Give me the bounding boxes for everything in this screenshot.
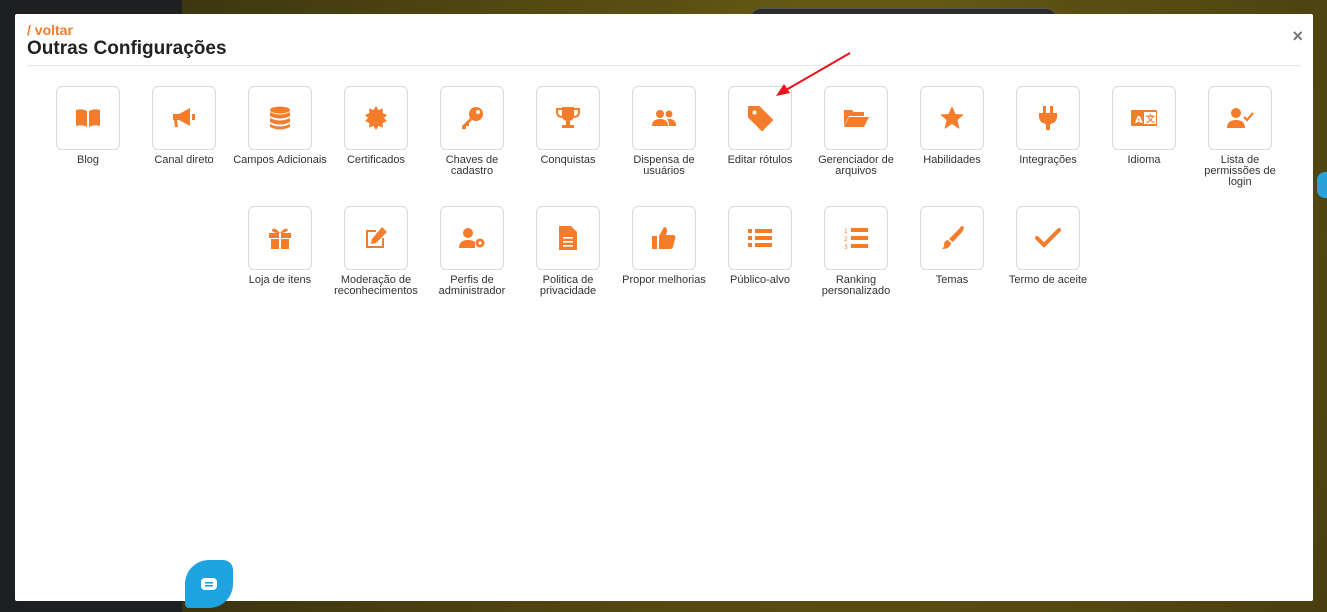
- tile-publico-alvo[interactable]: Público-alvo: [712, 206, 808, 286]
- tile-editar-rotulos[interactable]: Editar rótulos: [712, 86, 808, 166]
- tile-label: Campos Adicionais: [233, 154, 327, 166]
- close-button[interactable]: ×: [1292, 26, 1303, 47]
- book-icon: [76, 109, 100, 127]
- check-icon: [1035, 228, 1061, 248]
- svg-text:2: 2: [844, 236, 848, 243]
- tile-label: Politica de privacidade: [539, 274, 597, 297]
- megaphone-icon: [173, 108, 195, 127]
- trophy-icon: [556, 107, 580, 128]
- tile-label: Blog: [76, 154, 100, 166]
- language-icon: A文: [1131, 110, 1157, 126]
- star-icon: [940, 106, 964, 129]
- tile-label: Integrações: [1019, 154, 1077, 166]
- tile-label: Temas: [935, 274, 969, 286]
- tile-perfis-de-administrador[interactable]: Perfis de administrador: [424, 206, 520, 297]
- paint-brush-icon: [942, 225, 964, 249]
- tile-idioma[interactable]: A文 Idioma: [1096, 86, 1192, 166]
- tile-politica-de-privacidade[interactable]: Politica de privacidade: [520, 206, 616, 297]
- settings-modal: / voltar Outras Configurações × Blog Can…: [15, 14, 1313, 601]
- folder-open-icon: [844, 110, 869, 127]
- tile-label: Perfis de administrador: [438, 274, 506, 297]
- tile-label: Lista de permissões de login: [1204, 154, 1276, 188]
- svg-text:3: 3: [844, 244, 848, 251]
- tile-campos-adicionais[interactable]: Campos Adicionais: [232, 86, 328, 166]
- tile-canal-direto[interactable]: Canal direto: [136, 86, 232, 166]
- title-divider: [27, 65, 1301, 66]
- tile-ranking-personalizado[interactable]: 123 Ranking personalizado: [808, 206, 904, 297]
- thumbs-up-icon: [652, 227, 676, 249]
- tile-blog[interactable]: Blog: [40, 86, 136, 166]
- tile-conquistas[interactable]: Conquistas: [520, 86, 616, 166]
- svg-text:文: 文: [1145, 113, 1156, 125]
- edit-icon: [366, 227, 387, 248]
- users-icon: [652, 110, 676, 126]
- key-icon: [462, 107, 483, 129]
- tile-temas[interactable]: Temas: [904, 206, 1000, 286]
- tile-dispensa-de-usuarios[interactable]: Dispensa de usuários: [616, 86, 712, 177]
- tile-habilidades[interactable]: Habilidades: [904, 86, 1000, 166]
- tile-lista-de-permissoes-de-login[interactable]: Lista de permissões de login: [1192, 86, 1288, 188]
- tile-label: Editar rótulos: [727, 154, 793, 166]
- tile-label: Chaves de cadastro: [445, 154, 499, 177]
- chat-icon: [201, 578, 217, 590]
- tile-label: Gerenciador de arquivos: [818, 154, 894, 177]
- tag-icon: [748, 106, 773, 131]
- tile-termo-de-aceite[interactable]: Termo de aceite: [1000, 206, 1096, 286]
- user-check-icon: [1227, 108, 1254, 128]
- tile-propor-melhorias[interactable]: Propor melhorias: [616, 206, 712, 286]
- svg-text:1: 1: [844, 228, 848, 235]
- ordered-list-icon: 123: [844, 228, 868, 251]
- chat-button[interactable]: [185, 560, 233, 608]
- tile-label: Termo de aceite: [1008, 274, 1088, 286]
- tile-label: Idioma: [1127, 154, 1161, 166]
- database-icon: [270, 106, 290, 130]
- side-tab-badge[interactable]: [1317, 172, 1327, 198]
- tile-chaves-de-cadastro[interactable]: Chaves de cadastro: [424, 86, 520, 177]
- modal-title: Outras Configurações: [27, 38, 227, 59]
- svg-text:A: A: [1135, 115, 1143, 126]
- tile-label: Público-alvo: [730, 274, 790, 286]
- tile-integracoes[interactable]: Integrações: [1000, 86, 1096, 166]
- tile-label: Conquistas: [540, 154, 596, 166]
- plug-icon: [1039, 106, 1057, 130]
- list-icon: [748, 229, 772, 247]
- back-link[interactable]: / voltar: [27, 22, 73, 38]
- certificate-icon: [365, 106, 387, 130]
- tile-label: Ranking personalizado: [821, 274, 891, 297]
- tile-moderacao-de-reconhecimentos[interactable]: Moderação de reconhecimentos: [328, 206, 424, 297]
- document-icon: [559, 226, 577, 250]
- tile-gerenciador-de-arquivos[interactable]: Gerenciador de arquivos: [808, 86, 904, 177]
- gift-icon: [269, 228, 291, 249]
- tile-label: Propor melhorias: [622, 274, 706, 286]
- tile-label: Loja de itens: [248, 274, 312, 286]
- tile-certificados[interactable]: Certificados: [328, 86, 424, 166]
- tile-label: Habilidades: [923, 154, 981, 166]
- user-cog-icon: [459, 228, 485, 248]
- tile-label: Certificados: [346, 154, 406, 166]
- tile-loja-de-itens[interactable]: Loja de itens: [232, 206, 328, 286]
- tile-label: Moderação de reconhecimentos: [334, 274, 418, 297]
- tile-label: Dispensa de usuários: [633, 154, 695, 177]
- tile-label: Canal direto: [154, 154, 214, 166]
